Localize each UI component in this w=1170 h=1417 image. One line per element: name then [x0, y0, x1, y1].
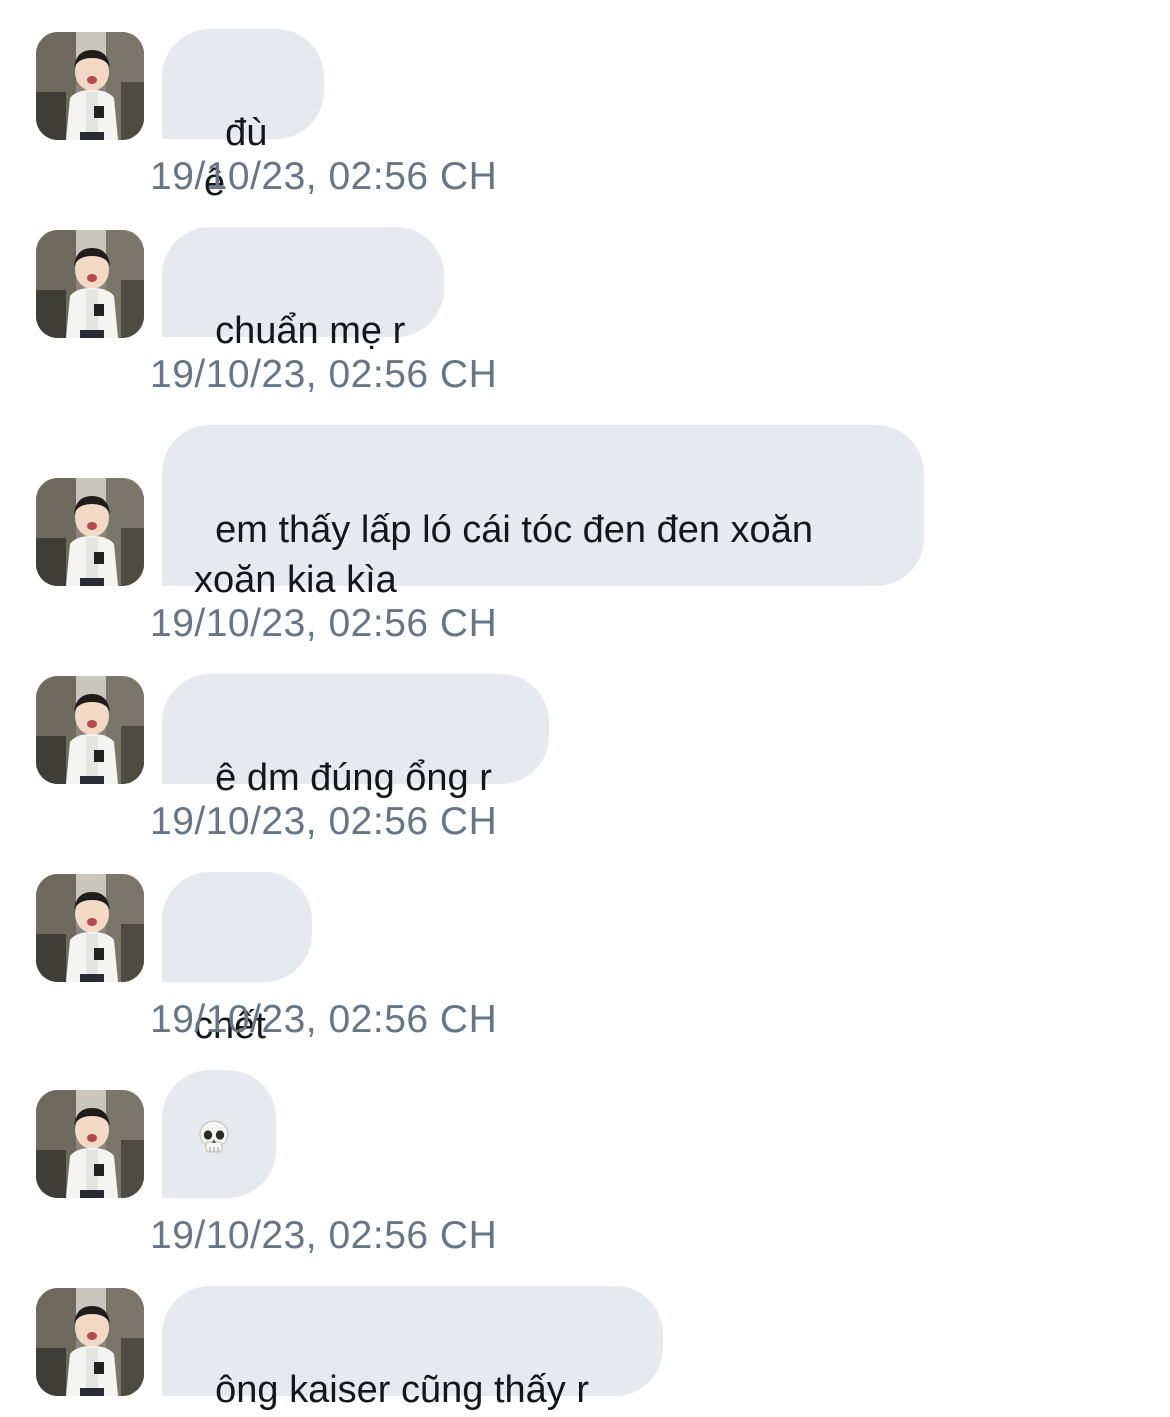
- message-bubble[interactable]: ông kaiser cũng thấy r: [162, 1286, 663, 1411]
- avatar-photo: [36, 478, 144, 586]
- message-timestamp: 19/10/23, 02:56 CH: [150, 155, 498, 198]
- sender-avatar[interactable]: [36, 676, 144, 784]
- sender-avatar[interactable]: [36, 230, 144, 338]
- avatar-photo: [36, 1288, 144, 1396]
- message-timestamp: 19/10/23, 02:56 CH: [150, 602, 498, 645]
- message-bubble[interactable]: em thấy lấp ló cái tóc đen đen xoăn xoăn…: [162, 425, 924, 601]
- message-bubble[interactable]: chết: [162, 872, 312, 1047]
- avatar-photo: [36, 32, 144, 140]
- sender-avatar[interactable]: [36, 874, 144, 982]
- message-text: ông kaiser cũng thấy r: [215, 1369, 590, 1411]
- message-timestamp: 19/10/23, 02:56 CH: [150, 1214, 498, 1257]
- sender-avatar[interactable]: [36, 478, 144, 586]
- message-bubble[interactable]: ê dm đúng ổng r: [162, 674, 549, 799]
- message-timestamp: 19/10/23, 02:56 CH: [150, 800, 498, 843]
- message-text: chuẩn mẹ r: [215, 310, 406, 352]
- avatar-photo: [36, 874, 144, 982]
- avatar-photo: [36, 230, 144, 338]
- message-text: em thấy lấp ló cái tóc đen đen xoăn xoăn…: [194, 509, 813, 601]
- message-timestamp: 19/10/23, 02:56 CH: [150, 998, 498, 1041]
- message-bubble[interactable]: [162, 1070, 276, 1198]
- sender-avatar[interactable]: [36, 1090, 144, 1198]
- message-bubble[interactable]: chuẩn mẹ r: [162, 227, 444, 352]
- sender-avatar[interactable]: [36, 1288, 144, 1396]
- message-bubble[interactable]: đù ê: [162, 29, 324, 204]
- sender-avatar[interactable]: [36, 32, 144, 140]
- message-text: ê dm đúng ổng r: [215, 757, 492, 799]
- message-timestamp: 19/10/23, 02:56 CH: [150, 353, 498, 396]
- skull-icon: [199, 1120, 229, 1153]
- avatar-photo: [36, 1090, 144, 1198]
- avatar-photo: [36, 676, 144, 784]
